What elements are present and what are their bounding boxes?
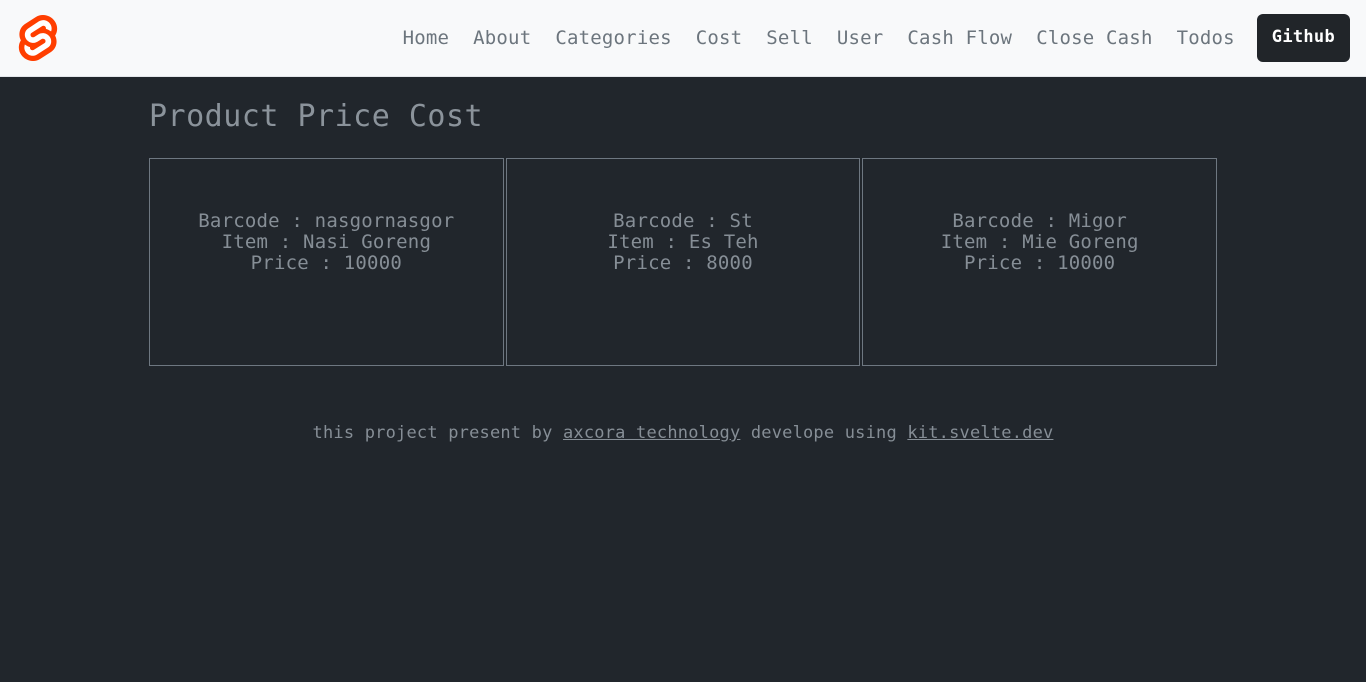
github-button[interactable]: Github: [1256, 14, 1350, 62]
content-container: Product Price Cost Barcode : nasgornasgo…: [133, 77, 1233, 446]
footer-link-sveltekit[interactable]: kit.svelte.dev: [907, 423, 1053, 443]
page-title: Product Price Cost: [149, 99, 484, 134]
nav-link-cash-flow[interactable]: Cash Flow: [895, 19, 1024, 58]
nav-link-todos[interactable]: Todos: [1165, 19, 1247, 58]
footer-text-middle: develope using: [740, 423, 908, 443]
product-card-row: Barcode : nasgornasgor Item : Nasi Goren…: [149, 158, 1218, 366]
card-item-line: Item : Es Teh: [607, 231, 759, 253]
product-card[interactable]: Barcode : St Item : Es Teh Price : 8000: [505, 158, 861, 366]
footer-credits: this project present by axcora technolog…: [149, 422, 1217, 446]
nav-link-cost[interactable]: Cost: [684, 19, 755, 58]
product-card[interactable]: Barcode : nasgornasgor Item : Nasi Goren…: [149, 158, 504, 366]
nav-link-close-cash[interactable]: Close Cash: [1024, 19, 1164, 58]
product-card[interactable]: Barcode : Migor Item : Mie Goreng Price …: [862, 158, 1218, 366]
nav-link-home[interactable]: Home: [391, 19, 462, 58]
card-barcode-line: Barcode : nasgornasgor: [198, 210, 455, 232]
card-barcode-line: Barcode : St: [613, 210, 753, 232]
card-price-line: Price : 10000: [964, 252, 1116, 274]
main-content: Product Price Cost Barcode : nasgornasgo…: [0, 77, 1366, 446]
card-price-line: Price : 8000: [613, 252, 753, 274]
footer-text-before: this project present by: [312, 423, 563, 443]
nav-links-group: Home About Categories Cost Sell User Cas…: [391, 14, 1350, 62]
card-item-line: Item : Nasi Goreng: [221, 231, 432, 253]
card-item-line: Item : Mie Goreng: [940, 231, 1139, 253]
brand-logo-link[interactable]: [18, 15, 58, 61]
nav-link-user[interactable]: User: [825, 19, 896, 58]
nav-link-sell[interactable]: Sell: [754, 19, 825, 58]
svelte-logo-icon: [18, 15, 58, 61]
card-barcode-line: Barcode : Migor: [952, 210, 1127, 232]
card-price-line: Price : 10000: [250, 252, 402, 274]
main-navbar: Home About Categories Cost Sell User Cas…: [0, 0, 1366, 77]
nav-link-categories[interactable]: Categories: [543, 19, 683, 58]
nav-link-about[interactable]: About: [461, 19, 543, 58]
footer-link-axcora[interactable]: axcora technology: [563, 423, 740, 443]
